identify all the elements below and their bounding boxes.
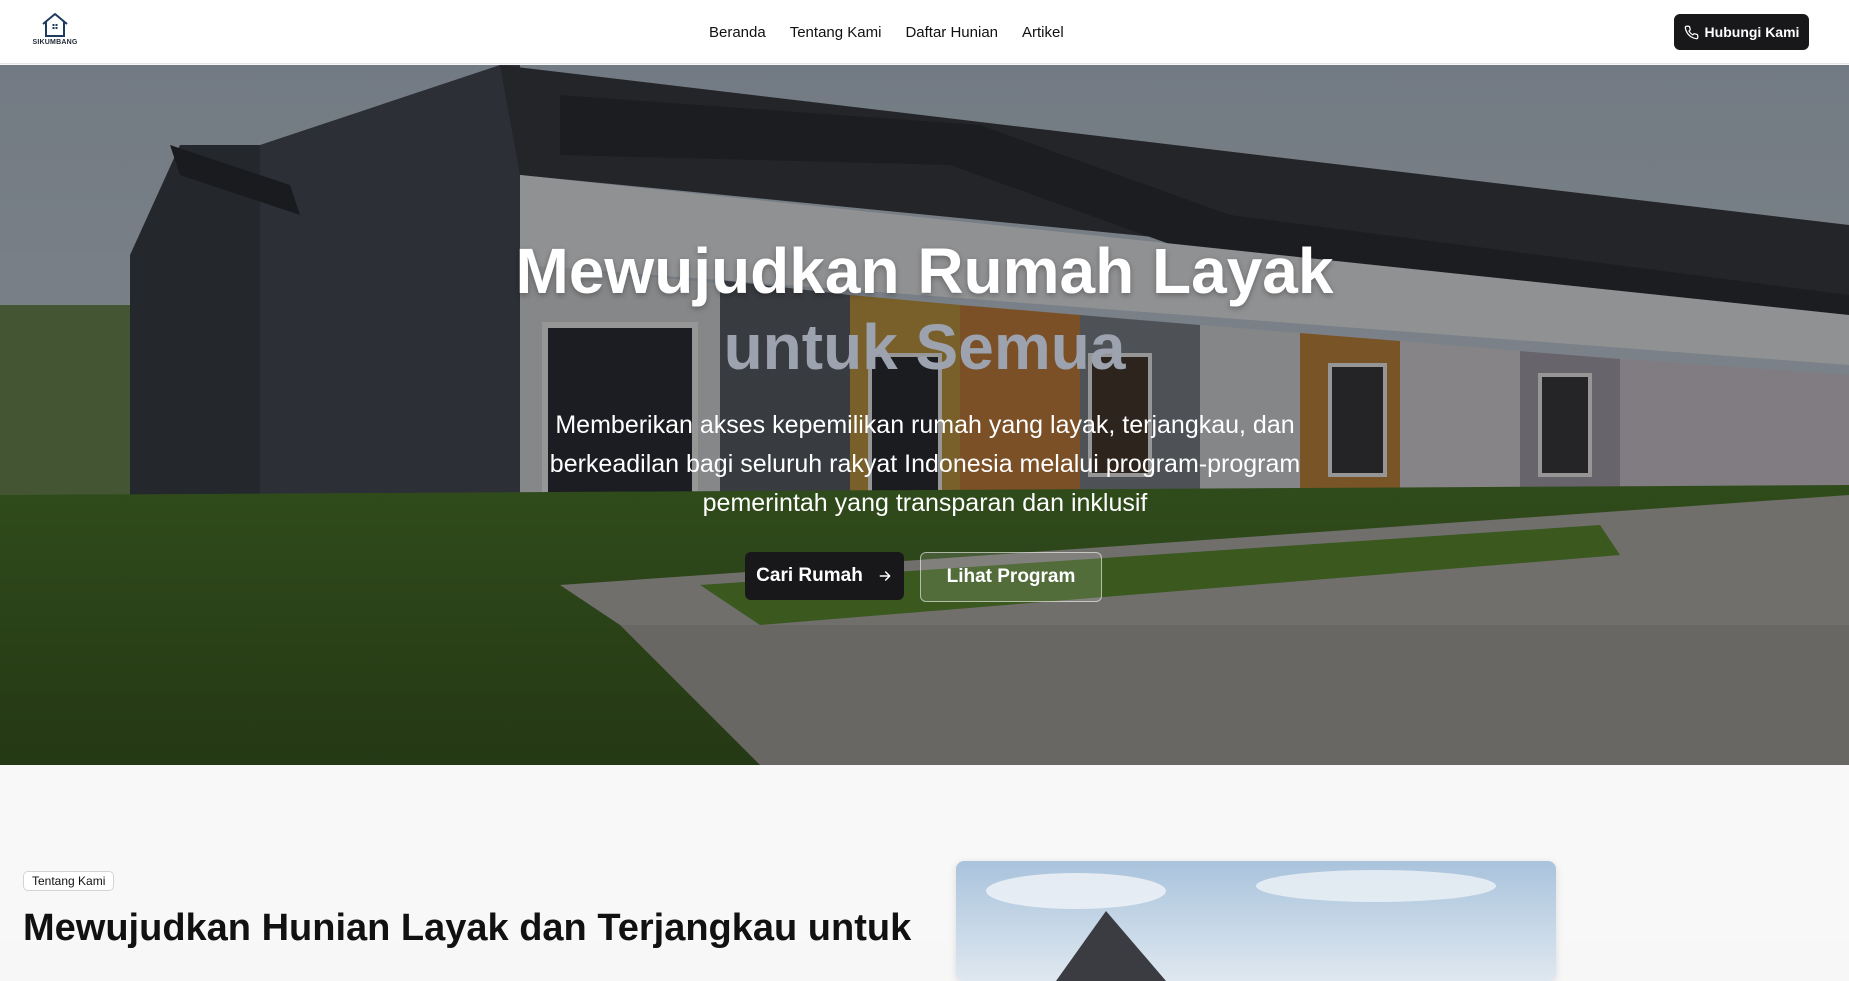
search-house-button-label: Cari Rumah bbox=[756, 565, 863, 586]
contact-button-label: Hubungi Kami bbox=[1704, 24, 1800, 40]
hero-section: Mewujudkan Rumah Layak untuk Semua Membe… bbox=[0, 65, 1849, 765]
contact-button[interactable]: Hubungi Kami bbox=[1674, 14, 1809, 50]
about-title: Mewujudkan Hunian Layak dan Terjangkau u… bbox=[23, 907, 912, 949]
hero-title: Mewujudkan Rumah Layak bbox=[515, 235, 1334, 307]
nav-item-tentang-kami[interactable]: Tentang Kami bbox=[790, 24, 882, 41]
house-icon bbox=[42, 13, 68, 37]
main-nav: Beranda Tentang Kami Daftar Hunian Artik… bbox=[709, 0, 1064, 64]
view-program-button[interactable]: Lihat Program bbox=[920, 552, 1102, 602]
nav-item-beranda[interactable]: Beranda bbox=[709, 24, 766, 41]
arrow-right-icon bbox=[879, 571, 891, 581]
navbar: SIKUMBANG Beranda Tentang Kami Daftar Hu… bbox=[0, 0, 1849, 64]
hero-title-highlight: untuk Semua bbox=[723, 311, 1126, 383]
hero-actions: Cari Rumah Lihat Program bbox=[745, 552, 1102, 602]
about-section: Tentang Kami Mewujudkan Hunian Layak dan… bbox=[0, 765, 1849, 981]
section-badge: Tentang Kami bbox=[23, 871, 115, 891]
brand-logo[interactable]: SIKUMBANG bbox=[30, 12, 80, 52]
search-house-button[interactable]: Cari Rumah bbox=[745, 552, 904, 600]
hero-content: Mewujudkan Rumah Layak untuk Semua Membe… bbox=[0, 65, 1849, 765]
nav-item-artikel[interactable]: Artikel bbox=[1022, 24, 1064, 41]
phone-icon bbox=[1684, 25, 1698, 39]
about-image bbox=[956, 861, 1556, 981]
nav-item-daftar-hunian[interactable]: Daftar Hunian bbox=[905, 24, 998, 41]
brand-name: SIKUMBANG bbox=[32, 39, 78, 46]
hero-subtitle: Memberikan akses kepemilikan rumah yang … bbox=[549, 411, 1301, 517]
